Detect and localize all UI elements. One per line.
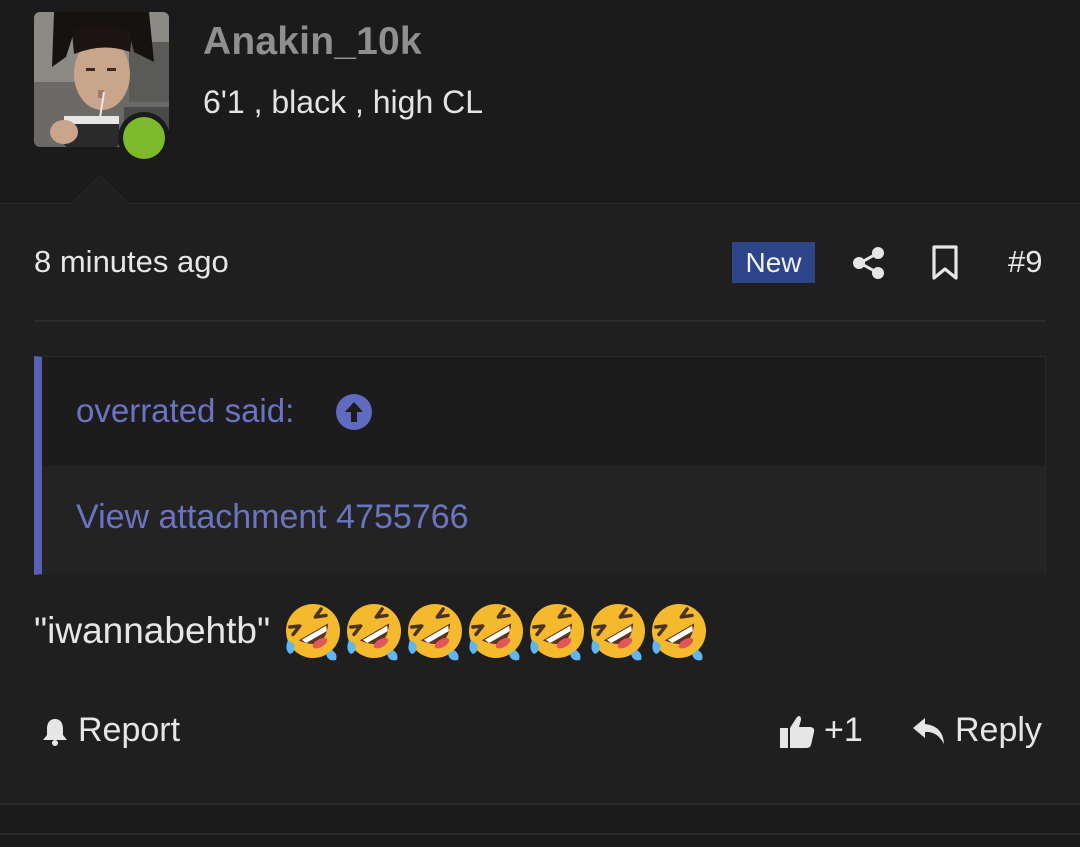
emoji-row <box>282 600 709 662</box>
view-attachment-link[interactable]: View attachment 4755766 <box>76 498 469 537</box>
rofl-emoji-icon <box>347 604 402 661</box>
arrow-up-circle-icon[interactable] <box>336 394 372 430</box>
post-message: "iwannabehtb" <box>34 596 709 666</box>
post-container: 8 minutes ago New #9 overrated said: Vie… <box>0 203 1080 803</box>
online-status-icon <box>118 112 170 164</box>
like-count: +1 <box>824 711 863 749</box>
rofl-emoji-icon <box>591 604 646 661</box>
post-meta-row: 8 minutes ago New #9 <box>34 242 1046 286</box>
rofl-emoji-icon <box>652 604 707 661</box>
post-number-link[interactable]: #9 <box>1008 244 1042 280</box>
reply-arrow-icon <box>913 717 944 744</box>
bookmark-icon[interactable] <box>930 245 960 281</box>
username[interactable]: Anakin_10k <box>203 20 422 64</box>
thumbs-up-icon <box>780 715 815 748</box>
divider <box>0 833 1080 835</box>
quote-body: View attachment 4755766 <box>42 466 1045 575</box>
quote-header: overrated said: <box>42 357 1045 466</box>
reply-label: Reply <box>955 711 1042 749</box>
post-separator <box>0 803 1080 847</box>
report-button[interactable]: Report <box>40 711 180 750</box>
reply-button[interactable]: Reply <box>911 711 1042 750</box>
rofl-emoji-icon <box>530 604 585 661</box>
post-actions: Report +1 Reply <box>34 709 1046 755</box>
report-label: Report <box>78 711 181 749</box>
user-title: 6'1 , black , high CL <box>203 84 484 120</box>
share-icon[interactable] <box>852 246 886 280</box>
quote-author-link[interactable]: overrated said: <box>76 392 294 430</box>
like-button[interactable]: +1 <box>778 711 863 750</box>
bell-icon <box>43 718 67 746</box>
rofl-emoji-icon <box>408 604 463 661</box>
post-author-header: Anakin_10k 6'1 , black , high CL <box>0 0 1080 203</box>
quote-block: overrated said: View attachment 4755766 <box>34 356 1046 575</box>
rofl-emoji-icon <box>286 604 341 661</box>
post-timestamp[interactable]: 8 minutes ago <box>34 244 229 280</box>
divider <box>34 320 1046 322</box>
rofl-emoji-icon <box>469 604 524 661</box>
message-text: "iwannabehtb" <box>34 610 271 651</box>
new-badge: New <box>732 242 815 283</box>
post-pointer-arrow <box>70 175 130 204</box>
